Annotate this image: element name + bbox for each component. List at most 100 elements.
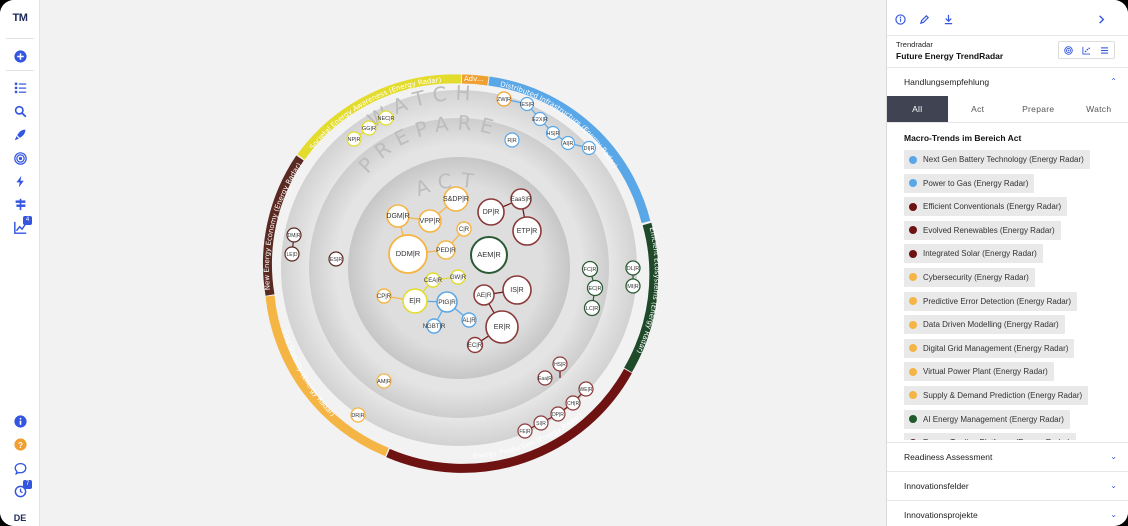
download-icon[interactable] — [942, 13, 954, 25]
trend-node[interactable]: DR|R — [350, 407, 366, 423]
trend-node[interactable]: NP|R — [346, 131, 362, 147]
trend-chip[interactable]: Energy Trading Platforms (Energy Radar) — [904, 433, 1077, 440]
trend-node[interactable]: E|R — [402, 288, 428, 314]
trend-node[interactable]: SI|R — [533, 415, 549, 431]
breadcrumb[interactable]: Trendradar — [896, 40, 933, 49]
trend-chip[interactable]: Cybersecurity (Energy Radar) — [904, 267, 1035, 287]
trend-node[interactable]: EaaS|R — [510, 188, 532, 210]
tab-prepare[interactable]: Prepare — [1008, 96, 1069, 122]
status-dot-icon — [909, 415, 917, 424]
trend-node[interactable]: C|R — [456, 221, 472, 237]
trend-node[interactable]: PED|R — [436, 240, 456, 260]
trend-chip[interactable]: Next Gen Battery Technology (Energy Rada… — [904, 150, 1090, 169]
rocket-icon[interactable] — [12, 126, 28, 142]
trend-chip[interactable]: Supply & Demand Prediction (Energy Radar… — [904, 385, 1089, 405]
tab-watch[interactable]: Watch — [1069, 96, 1128, 122]
trend-chip[interactable]: Data Driven Modelling (Energy Radar) — [904, 315, 1065, 335]
search-icon[interactable] — [12, 103, 28, 119]
trend-node[interactable]: HS|R — [552, 356, 568, 372]
innovationsprojekte-header[interactable]: Innovationsprojekte ⌄ — [887, 500, 1128, 526]
trend-node[interactable]: PtG|R — [436, 291, 458, 313]
list-view-icon[interactable] — [1096, 42, 1114, 58]
radar-view-icon[interactable] — [1059, 42, 1077, 58]
innovationsfelder-header[interactable]: Innovationsfelder ⌄ — [887, 471, 1128, 499]
language-switch[interactable]: DE — [0, 513, 40, 523]
trend-chip[interactable]: Integrated Solar (Energy Radar) — [904, 244, 1043, 264]
list-title: Macro-Trends im Bereich Act — [904, 133, 1022, 143]
trend-node[interactable]: AM|R — [376, 373, 392, 389]
trend-node[interactable]: DI|R — [581, 140, 597, 156]
trend-node[interactable]: AI|R — [560, 135, 576, 151]
svg-text:IES|R: IES|R — [520, 102, 534, 108]
app-logo[interactable]: TM — [0, 12, 40, 24]
trend-chip[interactable]: Predictive Error Detection (Energy Radar… — [904, 291, 1078, 311]
trend-chip[interactable]: Evolved Renewables (Energy Radar) — [904, 220, 1061, 240]
trend-node[interactable]: LE|D — [284, 246, 300, 262]
trend-chip[interactable]: AI Energy Management (Energy Radar) — [904, 409, 1070, 429]
panel-toolbar — [887, 0, 1128, 36]
trend-node[interactable]: S&DP|R — [443, 186, 469, 212]
trend-node[interactable]: IES|R — [520, 96, 534, 112]
trend-chip[interactable]: Efficient Conventionals (Energy Radar) — [904, 197, 1068, 217]
status-dot-icon — [909, 226, 917, 235]
trend-node[interactable]: Eaa|R — [537, 370, 553, 386]
trend-node[interactable]: ES|R — [328, 251, 344, 267]
trend-node[interactable]: LC|R — [583, 299, 601, 317]
trend-node[interactable]: AE|R — [473, 284, 495, 306]
tab-all[interactable]: All — [887, 96, 948, 122]
status-dot-icon — [909, 179, 917, 188]
signpost-icon[interactable] — [12, 196, 28, 212]
svg-text:AM|R: AM|R — [377, 379, 391, 385]
trend-node[interactable]: FE|R — [517, 423, 533, 439]
trend-node[interactable]: MI|R — [625, 278, 641, 294]
trend-node[interactable]: CH|R — [565, 395, 581, 411]
trend-node[interactable]: ER|R — [485, 310, 519, 344]
chevron-right-icon[interactable] — [1095, 13, 1107, 25]
trend-node[interactable]: DP|R — [550, 406, 566, 422]
info-icon[interactable] — [12, 413, 28, 429]
trend-chip[interactable]: Power to Gas (Energy Radar) — [904, 173, 1035, 193]
svg-text:DI|R: DI|R — [584, 146, 595, 152]
trend-node[interactable]: DGM|R — [386, 204, 410, 228]
trend-node[interactable]: AL|R — [461, 312, 477, 328]
trend-node[interactable]: DL|R — [625, 260, 641, 276]
list-icon[interactable] — [12, 79, 28, 95]
trend-node[interactable]: GG|R — [361, 120, 377, 136]
trend-chip[interactable]: Digital Grid Management (Energy Radar) — [904, 338, 1075, 358]
trend-node[interactable]: HS|R — [545, 125, 561, 141]
trend-node[interactable]: ZW|R — [496, 91, 512, 107]
trend-node[interactable]: FC|R — [581, 260, 599, 278]
trend-chip[interactable]: Virtual Power Plant (Energy Radar) — [904, 362, 1054, 382]
svg-text:CP|R: CP|R — [377, 294, 392, 300]
trend-node[interactable]: R|R — [504, 132, 520, 148]
trend-node[interactable]: DDM|R — [388, 234, 428, 274]
radar-icon[interactable] — [12, 150, 28, 166]
handlungsempfehlung-header[interactable]: Handlungsempfehlung ⌃ — [887, 67, 1128, 95]
trend-node[interactable]: AEM|R — [470, 236, 508, 274]
edit-icon[interactable] — [918, 13, 930, 25]
add-icon[interactable] — [12, 48, 28, 64]
trend-node[interactable]: DM|R — [286, 227, 302, 243]
trend-node[interactable]: IS|R — [502, 275, 532, 305]
bolt-icon[interactable] — [12, 173, 28, 189]
svg-text:AEM|R: AEM|R — [477, 250, 501, 259]
trend-node[interactable]: VPP|R — [418, 209, 442, 233]
svg-text:NGBT|R: NGBT|R — [423, 324, 446, 330]
trend-node[interactable]: DP|R — [477, 198, 505, 226]
help-icon[interactable]: ? — [12, 436, 28, 452]
trend-node[interactable]: ETP|R — [512, 216, 542, 246]
readiness-assessment-header[interactable]: Readiness Assessment ⌄ — [887, 442, 1128, 470]
trend-node[interactable]: CP|R — [376, 288, 392, 304]
info-icon[interactable] — [894, 13, 906, 25]
trend-node[interactable]: WE|R — [578, 381, 594, 397]
trend-label: Evolved Renewables (Energy Radar) — [923, 225, 1055, 235]
chat-icon[interactable] — [12, 460, 28, 476]
tab-act[interactable]: Act — [948, 96, 1009, 122]
status-dot-icon — [909, 344, 917, 353]
svg-text:C|R: C|R — [459, 227, 470, 233]
section-label: Innovationsfelder — [904, 481, 969, 491]
scatter-view-icon[interactable] — [1077, 42, 1095, 58]
trend-node[interactable]: EC|R — [586, 279, 604, 297]
section-label: Handlungsempfehlung — [904, 77, 990, 87]
trend-node[interactable]: EC|R — [466, 336, 484, 354]
